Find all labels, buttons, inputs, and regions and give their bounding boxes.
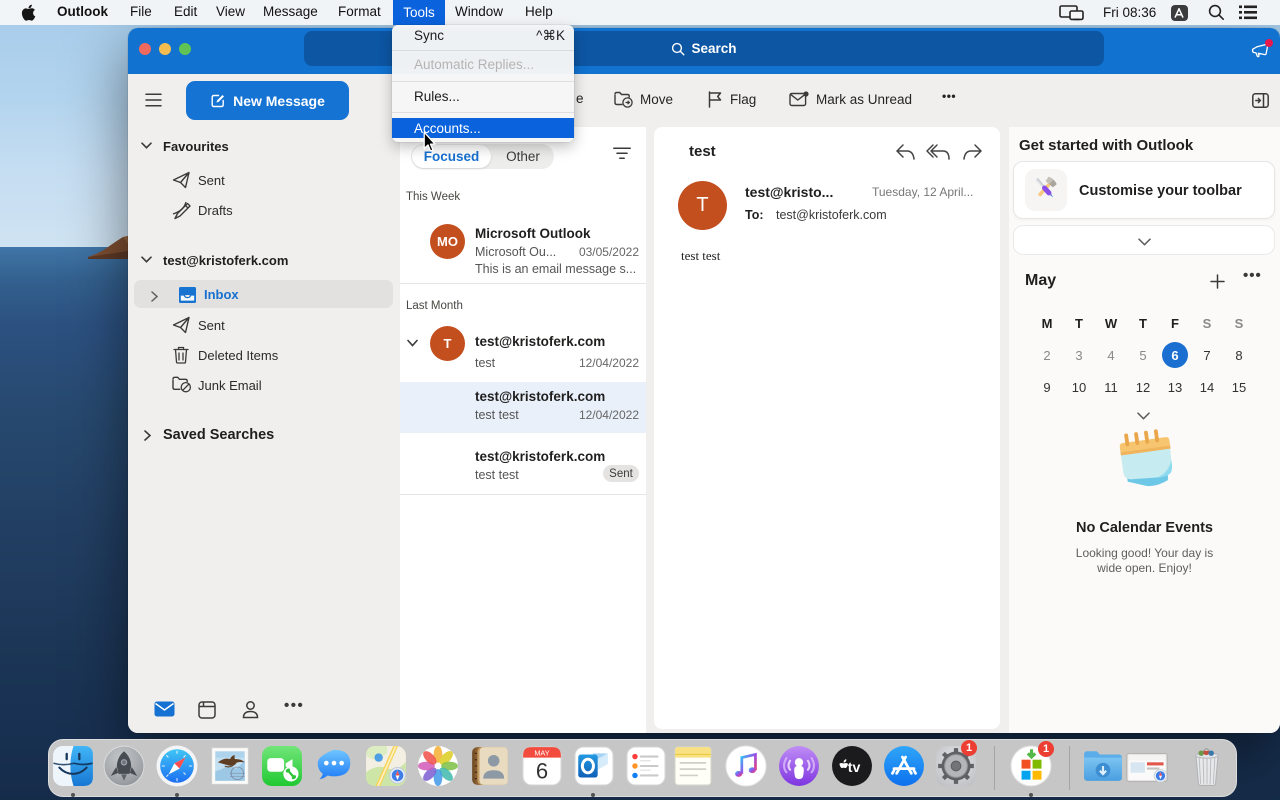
svg-text:6: 6 bbox=[536, 759, 548, 784]
svg-text:MAY: MAY bbox=[534, 749, 549, 758]
svg-text:tv: tv bbox=[848, 760, 861, 776]
